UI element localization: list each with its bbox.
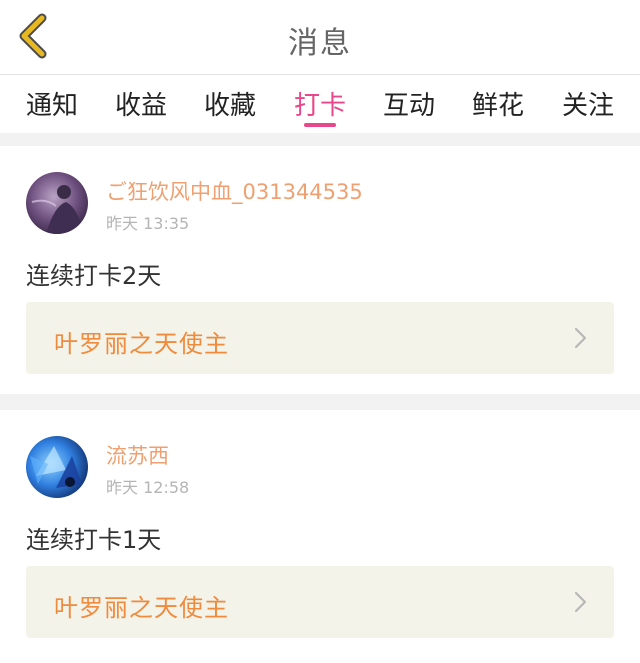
notification-card: ご狂饮风中血_031344535 昨天 13:35 连续打卡2天 叶罗丽之天使主 xyxy=(0,146,640,394)
username[interactable]: ご狂饮风中血_031344535 xyxy=(106,176,363,206)
tab-label: 收益 xyxy=(114,91,167,121)
tab-checkin[interactable]: 打卡 xyxy=(288,85,352,127)
page-title: 消息 xyxy=(288,26,352,61)
checkin-message: 连续打卡2天 xyxy=(26,262,162,290)
chevron-right-icon xyxy=(574,327,587,349)
tab-notifications[interactable]: 通知 xyxy=(20,85,84,122)
timestamp: 昨天 12:58 xyxy=(106,478,190,497)
tab-label: 收藏 xyxy=(203,91,256,121)
tab-following[interactable]: 关注 xyxy=(556,85,620,122)
book-title: 叶罗丽之天使主 xyxy=(54,594,229,622)
tab-label: 关注 xyxy=(561,91,614,121)
top-bar: 消息 xyxy=(0,0,640,74)
tab-flowers[interactable]: 鲜花 xyxy=(466,85,530,122)
chevron-right-icon xyxy=(574,591,587,613)
tab-interactions[interactable]: 互动 xyxy=(377,85,441,122)
tab-bar: 通知 收益 收藏 打卡 互动 鲜花 关注 xyxy=(0,75,640,133)
active-tab-indicator xyxy=(304,123,336,127)
tab-earnings[interactable]: 收益 xyxy=(109,85,173,122)
tab-label: 互动 xyxy=(382,91,435,121)
avatar[interactable] xyxy=(26,172,88,234)
notification-card: 流苏西 昨天 12:58 连续打卡1天 叶罗丽之天使主 xyxy=(0,410,640,663)
avatar[interactable] xyxy=(26,436,88,498)
tab-label: 鲜花 xyxy=(471,91,524,121)
timestamp: 昨天 13:35 xyxy=(106,214,190,233)
checkin-message: 连续打卡1天 xyxy=(26,526,162,554)
tab-favorites[interactable]: 收藏 xyxy=(198,85,262,122)
tab-label: 通知 xyxy=(25,91,78,121)
book-link[interactable]: 叶罗丽之天使主 xyxy=(26,302,614,374)
username[interactable]: 流苏西 xyxy=(106,440,169,470)
tab-label: 打卡 xyxy=(293,91,346,121)
book-title: 叶罗丽之天使主 xyxy=(54,330,229,358)
book-link[interactable]: 叶罗丽之天使主 xyxy=(26,566,614,638)
